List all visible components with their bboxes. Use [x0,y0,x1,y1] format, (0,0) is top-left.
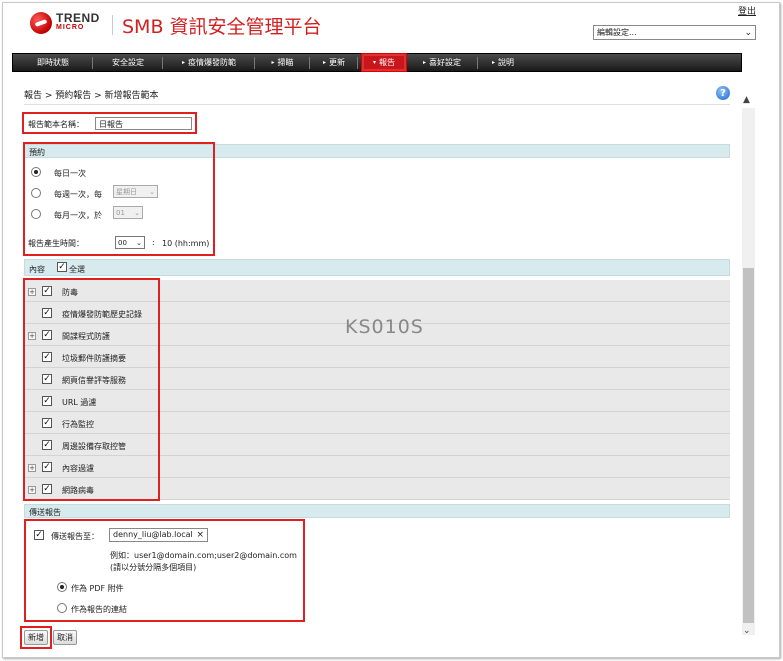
nav-label: 即時狀態 [37,58,69,67]
highlight-box [24,519,305,622]
caret-icon: ▸ [322,59,326,66]
nav-item-update[interactable]: ▸ 更新 [310,54,358,71]
trend-micro-logo: TREND MICRO [30,12,100,34]
nav-item-status[interactable]: 即時狀態 [13,54,93,71]
app-title: SMB 資訊安全管理平台 [122,16,322,38]
watermark-text: KS010S [345,316,424,338]
help-icon[interactable]: ? [716,86,730,100]
nav-label: 安全設定 [112,58,144,67]
highlight-box [20,626,52,649]
nav-label: 喜好設定 [429,58,461,67]
header-divider [112,15,113,35]
nav-label: 疫情爆發防範 [188,58,236,67]
content-label: 內容 [29,265,45,274]
brand-line1: TREND [56,11,100,25]
select-all-label: 全選 [69,265,85,274]
content-header: 內容 [24,259,730,276]
scrollbar-thumb[interactable] [743,268,754,623]
nav-item-reports[interactable]: ▾ 報告 [361,53,407,72]
highlight-box [22,112,197,134]
scroll-down-icon[interactable]: ⌄ [743,626,751,636]
nav-label: 更新 [329,58,345,67]
nav-item-help[interactable]: ▸ 說明 [478,54,528,71]
trend-micro-ball-icon [30,12,52,34]
caret-icon: ▸ [271,59,275,66]
send-header: 傳送報告 [24,504,730,518]
nav-item-outbreak[interactable]: ▸ 疫情爆發防範 [163,54,255,71]
logout-link[interactable]: 登出 [738,4,756,17]
nav-item-security[interactable]: 安全設定 [93,54,163,71]
edit-settings-value: 編輯設定... [597,28,637,37]
main-nav: 即時狀態 安全設定 ▸ 疫情爆發防範 ▸ 掃瞄 ▸ 更新 ▾ 報告 ▸ 喜好設定 ▸ 說明 [12,53,742,72]
nav-item-preferences[interactable]: ▸ 喜好設定 [406,54,478,71]
caret-icon: ▸ [491,59,495,66]
vertical-scrollbar[interactable] [742,108,755,635]
edit-settings-select[interactable]: 編輯設定... ⌄ [593,25,756,40]
caret-icon: ▸ [422,59,426,66]
select-all-checkbox[interactable]: ✓ [57,262,67,272]
highlight-box [23,278,160,501]
highlight-box [23,142,215,256]
nav-label: 掃瞄 [277,58,294,67]
breadcrumb: 報告 > 預約報告 > 新增報告範本 [24,91,159,101]
nav-label: 報告 [379,58,395,67]
chevron-down-icon: ⌄ [744,27,752,38]
caret-icon: ▸ [181,59,185,66]
scroll-up-icon[interactable]: ▲ [743,95,750,105]
divider [24,104,730,105]
nav-item-scan[interactable]: ▸ 掃瞄 [255,54,310,71]
cancel-button[interactable]: 取消 [53,630,77,645]
nav-label: 說明 [498,58,514,67]
caret-icon: ▾ [372,59,376,66]
